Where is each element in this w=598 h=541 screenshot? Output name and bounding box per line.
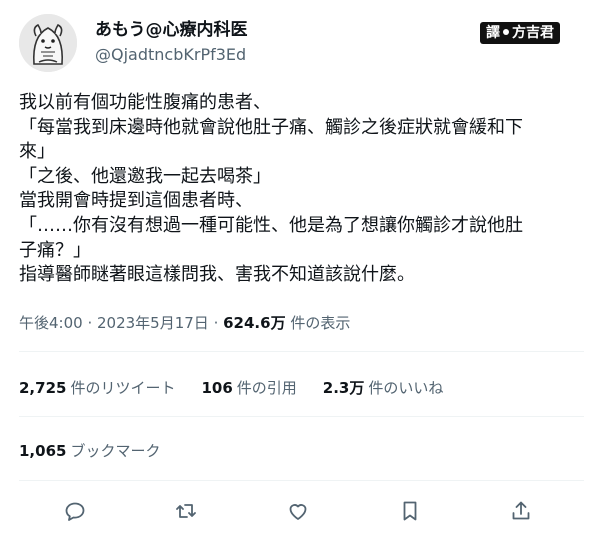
meta-separator: · xyxy=(82,314,97,332)
action-bar xyxy=(0,496,598,528)
watermark-right: 方吉君 xyxy=(512,25,554,41)
tweet-line: 來」 xyxy=(19,141,55,163)
author-handle[interactable]: @QjadtncbKrPf3Ed xyxy=(95,45,246,65)
quote-stat[interactable]: 106 件の引用 xyxy=(201,377,296,399)
tweet-line: 「之後、他還邀我一起去喝茶」 xyxy=(19,165,271,187)
retweet-icon xyxy=(176,504,196,518)
quote-label: 件の引用 xyxy=(236,379,297,397)
retweet-count: 2,725 xyxy=(19,379,67,397)
share-button[interactable] xyxy=(509,499,535,525)
meta-separator: · xyxy=(208,314,224,332)
tweet-line: 「……你有沒有想過一種可能性、他是為了想讓你觸診才說他肚 xyxy=(19,214,523,236)
tweet-line: 我以前有個功能性腹痛的患者、 xyxy=(19,92,271,113)
quote-count: 106 xyxy=(201,379,233,397)
reply-icon xyxy=(65,502,85,521)
retweet-button[interactable] xyxy=(174,499,200,525)
bookmark-icon xyxy=(403,501,417,521)
tweet-line: 「每當我到床邊時他就會說他肚子痛、觸診之後症狀就會緩和下 xyxy=(19,116,523,138)
tweet-line: 子痛？」 xyxy=(19,239,91,261)
view-count: 624.6万 xyxy=(223,314,286,332)
share-icon xyxy=(512,501,530,520)
heart-icon xyxy=(289,504,307,520)
avatar[interactable] xyxy=(19,14,77,72)
watermark-separator xyxy=(503,29,509,35)
view-count-label: 件の表示 xyxy=(285,314,351,332)
bookmark-button[interactable] xyxy=(398,499,424,525)
bookmark-count: 1,065 xyxy=(19,442,67,460)
like-label: 件のいいね xyxy=(368,379,444,397)
avatar-illustration xyxy=(19,14,77,72)
divider xyxy=(19,351,584,352)
watermark-left: 譯 xyxy=(486,25,500,41)
tweet-meta: 午後4:00 · 2023年5月17日 · 624.6万 件の表示 xyxy=(19,313,350,333)
tweet-line: 當我開會時提到這個患者時、 xyxy=(19,190,253,212)
divider xyxy=(19,480,584,481)
translator-watermark: 譯方吉君 xyxy=(480,22,560,44)
like-count: 2.3万 xyxy=(322,379,365,397)
retweet-label: 件のリツイート xyxy=(70,379,176,397)
tweet-text: 我以前有個功能性腹痛的患者、 「每當我到床邊時他就會說他肚子痛、觸診之後症狀就會… xyxy=(19,91,584,288)
engagement-stats: 2,725 件のリツイート 106 件の引用 2.3万 件のいいね xyxy=(19,377,469,399)
like-button[interactable] xyxy=(286,499,312,525)
retweet-stat[interactable]: 2,725 件のリツイート xyxy=(19,377,175,399)
like-stat[interactable]: 2.3万 件のいいね xyxy=(323,377,444,399)
divider xyxy=(19,416,584,417)
reply-button[interactable] xyxy=(63,499,89,525)
tweet-time[interactable]: 午後4:00 xyxy=(19,314,83,332)
bookmark-label: ブックマーク xyxy=(70,442,161,460)
tweet-date[interactable]: 2023年5月17日 xyxy=(97,314,209,332)
author-display-name[interactable]: あもう@心療内科医 xyxy=(95,20,248,40)
bookmark-stat[interactable]: 1,065 ブックマーク xyxy=(19,440,160,462)
tweet-line: 指導醫師瞇著眼這樣問我、害我不知道該說什麼。 xyxy=(19,264,415,286)
